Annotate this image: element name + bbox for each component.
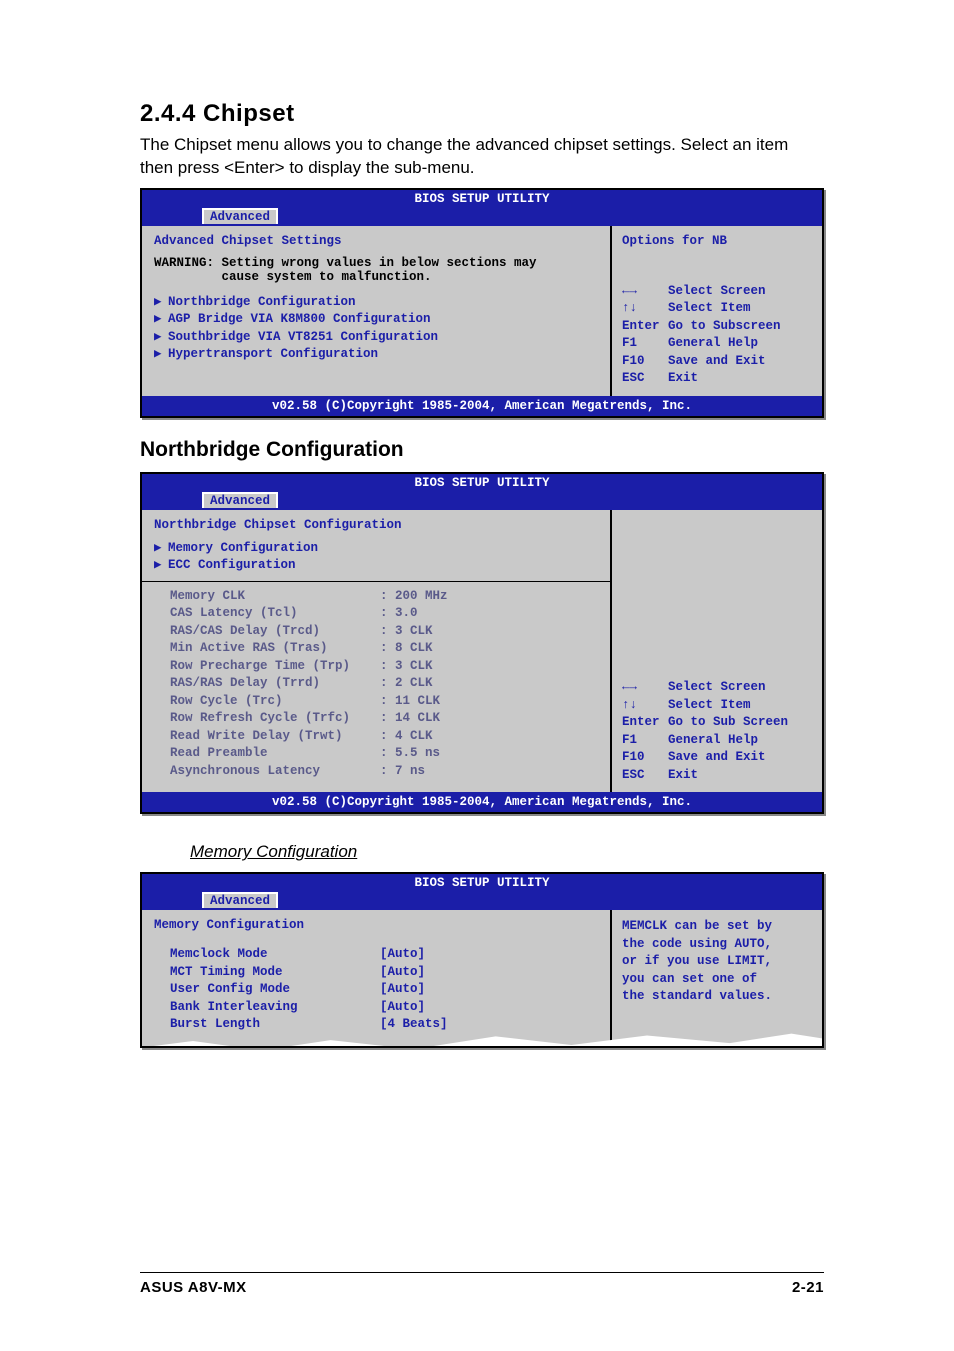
panel3-help-text: MEMCLK can be set by the code using AUTO… (622, 918, 812, 1006)
menu-item-northbridge[interactable]: ▶Northbridge Configuration (154, 294, 598, 312)
bios-title-bar: BIOS SETUP UTILITY (142, 874, 822, 892)
bios-tab-row: Advanced (142, 892, 822, 910)
panel3-heading: Memory Configuration (154, 918, 598, 932)
readout-row: RAS/CAS Delay (Trcd): 3 CLK (154, 623, 598, 641)
triangle-right-icon: ▶ (154, 311, 168, 329)
readout-row: RAS/RAS Delay (Trrd): 2 CLK (154, 675, 598, 693)
triangle-right-icon: ▶ (154, 329, 168, 347)
menu-item-ecc-config[interactable]: ▶ECC Configuration (154, 557, 598, 575)
bios-title-bar: BIOS SETUP UTILITY (142, 474, 822, 492)
readout-row: Row Precharge Time (Trp): 3 CLK (154, 658, 598, 676)
setting-burst-length[interactable]: Burst Length[4 Beats] (154, 1016, 598, 1034)
panel1-warning: WARNING: Setting wrong values in below s… (154, 256, 598, 284)
bios-footer: v02.58 (C)Copyright 1985-2004, American … (142, 396, 822, 416)
readout-row: Min Active RAS (Tras): 8 CLK (154, 640, 598, 658)
readout-row: Read Preamble: 5.5 ns (154, 745, 598, 763)
tab-advanced[interactable]: Advanced (202, 208, 278, 224)
menu-item-hypertransport[interactable]: ▶Hypertransport Configuration (154, 346, 598, 364)
footer-page-number: 2-21 (792, 1279, 824, 1296)
bios-title-bar: BIOS SETUP UTILITY (142, 190, 822, 208)
page-footer: ASUS A8V-MX 2-21 (140, 1272, 824, 1296)
triangle-right-icon: ▶ (154, 557, 168, 575)
setting-mct-timing-mode[interactable]: MCT Timing Mode[Auto] (154, 964, 598, 982)
section-intro: The Chipset menu allows you to change th… (140, 134, 824, 180)
menu-item-agp-bridge[interactable]: ▶AGP Bridge VIA K8M800 Configuration (154, 311, 598, 329)
panel2-heading: Northbridge Chipset Configuration (154, 518, 598, 532)
section-heading: 2.4.4 Chipset (140, 100, 824, 128)
panel2-key-hints: ←→Select Screen ↑↓Select Item EnterGo to… (622, 679, 812, 784)
divider (142, 581, 610, 582)
menu-item-memory-config[interactable]: ▶Memory Configuration (154, 540, 598, 558)
readout-row: Row Cycle (Trc): 11 CLK (154, 693, 598, 711)
readout-row: CAS Latency (Tcl): 3.0 (154, 605, 598, 623)
tab-advanced[interactable]: Advanced (202, 892, 278, 908)
panel1-key-hints: ←→Select Screen ↑↓Select Item EnterGo to… (622, 283, 812, 388)
triangle-right-icon: ▶ (154, 346, 168, 364)
panel1-heading: Advanced Chipset Settings (154, 234, 598, 248)
menu-item-southbridge[interactable]: ▶Southbridge VIA VT8251 Configuration (154, 329, 598, 347)
setting-bank-interleaving[interactable]: Bank Interleaving[Auto] (154, 999, 598, 1017)
panel1-help-title: Options for NB (622, 234, 812, 248)
readout-row: Read Write Delay (Trwt): 4 CLK (154, 728, 598, 746)
bios-tab-row: Advanced (142, 492, 822, 510)
setting-memclock-mode[interactable]: Memclock Mode[Auto] (154, 946, 598, 964)
tab-advanced[interactable]: Advanced (202, 492, 278, 508)
bios-panel-memory-config: BIOS SETUP UTILITY Advanced Memory Confi… (140, 872, 824, 1048)
readout-row: Asynchronous Latency: 7 ns (154, 763, 598, 781)
memory-configuration-title: Memory Configuration (190, 842, 824, 862)
bios-tab-row: Advanced (142, 208, 822, 226)
bios-footer: v02.58 (C)Copyright 1985-2004, American … (142, 792, 822, 812)
bios-panel-chipset: BIOS SETUP UTILITY Advanced Advanced Chi… (140, 188, 824, 418)
readout-row: Memory CLK: 200 MHz (154, 588, 598, 606)
northbridge-heading: Northbridge Configuration (140, 438, 824, 462)
triangle-right-icon: ▶ (154, 294, 168, 312)
readout-row: Row Refresh Cycle (Trfc): 14 CLK (154, 710, 598, 728)
footer-model: ASUS A8V-MX (140, 1279, 247, 1296)
triangle-right-icon: ▶ (154, 540, 168, 558)
bios-panel-northbridge: BIOS SETUP UTILITY Advanced Northbridge … (140, 472, 824, 815)
setting-user-config-mode[interactable]: User Config Mode[Auto] (154, 981, 598, 999)
